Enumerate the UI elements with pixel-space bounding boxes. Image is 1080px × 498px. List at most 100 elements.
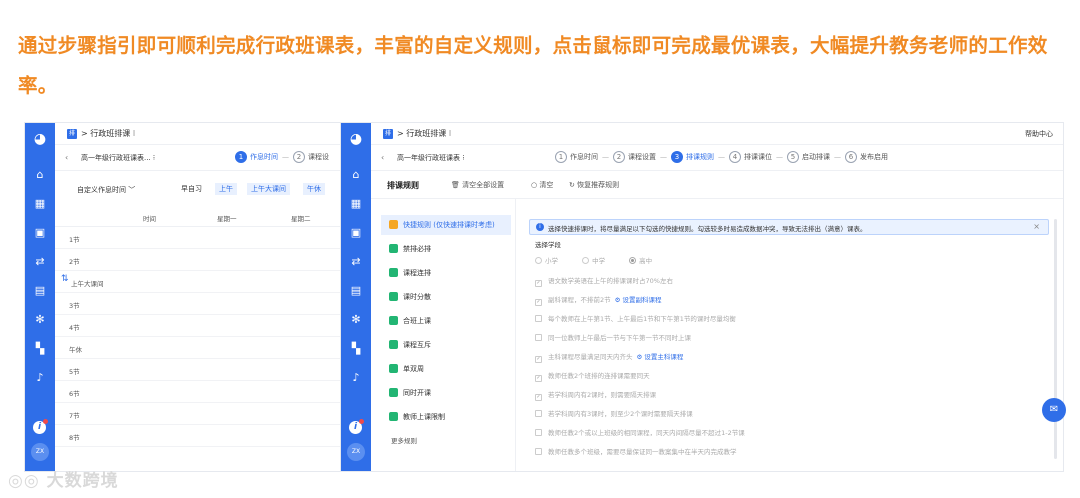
help-center-link[interactable]: 帮助中心 bbox=[1025, 129, 1053, 139]
notice-banner: i 选择快速排课时，将尽量满足以下勾选的快捷规则。勾选较多时易造成数据冲突，导致… bbox=[529, 219, 1049, 235]
choose-icon[interactable]: ▣ bbox=[349, 227, 363, 239]
rules-toolbar: 排课规则 🗑 清空全部设置 ○ 清空 ↻ 恢复推荐规则 bbox=[371, 171, 1063, 199]
apps-icon[interactable]: ▚ bbox=[349, 343, 363, 355]
timetable-select[interactable]: 高一年级行政班课表 ⁝ bbox=[397, 153, 464, 163]
apps-icon[interactable]: ▚ bbox=[33, 343, 47, 355]
clear-all-button[interactable]: 🗑 清空全部设置 bbox=[451, 180, 504, 190]
step-4[interactable]: 4 排课课位 bbox=[729, 151, 772, 163]
back-icon[interactable]: ‹ bbox=[65, 153, 68, 162]
filter-break[interactable]: 上午大课间 bbox=[247, 183, 290, 195]
restore-button[interactable]: ↻ 恢复推荐规则 bbox=[569, 180, 619, 190]
option-row[interactable]: ✓ 教师任教2个班排的连排课需要同天 bbox=[535, 370, 650, 382]
rule-item[interactable]: 禁排必排 bbox=[381, 239, 511, 259]
table-row[interactable]: ⇅ 上午大课间 bbox=[55, 271, 345, 293]
table-row[interactable]: 3节 bbox=[55, 293, 345, 315]
table-row[interactable]: 6节 bbox=[55, 381, 345, 403]
rule-item[interactable]: 课程互斥 bbox=[381, 335, 511, 355]
table-row[interactable]: 7节 bbox=[55, 403, 345, 425]
step-2[interactable]: 2 课程设 bbox=[293, 151, 329, 163]
checkbox-checked: ✓ bbox=[535, 280, 542, 287]
option-row[interactable]: ✓ 语文数学英语在上午的排课课时占70%左右 bbox=[535, 275, 673, 287]
module-badge: 排 bbox=[383, 129, 393, 139]
scrollbar[interactable] bbox=[1054, 219, 1057, 459]
settings-icon[interactable]: ✻ bbox=[33, 314, 47, 326]
close-icon[interactable]: × bbox=[1033, 222, 1040, 231]
info-icon: i bbox=[536, 223, 544, 231]
school-options: 小学 中学 高中 bbox=[535, 255, 652, 265]
option-row[interactable]: ✓ 主科课程尽量满足同天内齐头 ⚙ 设置主科课程 bbox=[535, 351, 683, 363]
chat-icon[interactable]: ✉ bbox=[1042, 398, 1066, 422]
home-icon[interactable]: ⌂ bbox=[349, 169, 363, 181]
report-icon[interactable]: ▤ bbox=[349, 285, 363, 297]
option-row[interactable]: 教师任教多个班级，需要尽量保证同一教案集中在半天内完成教学 bbox=[535, 446, 737, 456]
sidebar: ◕ ⌂ ▦ ▣ ⇄ ▤ ✻ ▚ ♪ i ZX bbox=[25, 123, 55, 471]
set-main-subjects-link[interactable]: ⚙ 设置主科课程 bbox=[637, 353, 684, 361]
step-1[interactable]: 1 作息时间 bbox=[235, 151, 278, 163]
report-icon[interactable]: ▤ bbox=[33, 285, 47, 297]
more-rules-link[interactable]: 更多规则 bbox=[391, 435, 417, 445]
option-row[interactable]: ✓ 若学科周内有2课时，则需要隔天排课 bbox=[535, 389, 656, 401]
radio-primary[interactable]: 小学 bbox=[535, 257, 558, 265]
rule-item[interactable]: 同时开课 bbox=[381, 383, 511, 403]
step-6[interactable]: 6 发布启用 bbox=[845, 151, 888, 163]
bell-icon[interactable]: ♪ bbox=[349, 372, 363, 384]
filter-noon[interactable]: 午休 bbox=[303, 183, 325, 195]
option-row[interactable]: 每个教师在上午第1节、上午最后1节和下午第1节的课时尽量均衡 bbox=[535, 313, 736, 323]
rule-list: 快捷规则 (仅快速排课时考虑) 禁排必排 课程连排 课时分散 合班上课 课程互斥… bbox=[371, 199, 516, 471]
rule-item[interactable]: 教师上课限制 bbox=[381, 407, 511, 427]
radio-high[interactable]: 高中 bbox=[629, 257, 652, 265]
info-icon[interactable]: i bbox=[33, 419, 48, 434]
filter-early[interactable]: 早自习 bbox=[177, 183, 206, 195]
avatar[interactable]: ZX bbox=[347, 443, 365, 461]
step-3[interactable]: 3 排课规则 bbox=[671, 151, 714, 163]
breadcrumb[interactable]: > 行政班排课 ⁝ bbox=[397, 128, 451, 139]
right-window: ◕ ⌂ ▦ ▣ ⇄ ▤ ✻ ▚ ♪ i ZX 排 > 行政班排课 ⁝ 帮助中心 … bbox=[340, 122, 1064, 472]
rule-icon bbox=[389, 268, 398, 277]
table-row[interactable]: 4节 bbox=[55, 315, 345, 337]
table-row[interactable]: 5节 bbox=[55, 359, 345, 381]
info-icon[interactable]: i bbox=[349, 419, 364, 434]
headline: 通过步骤指引即可顺利完成行政班课表，丰富的自定义规则，点击鼠标即可完成最优课表，… bbox=[18, 34, 1048, 97]
table-row[interactable]: 1节 bbox=[55, 227, 345, 249]
step-1[interactable]: 1 作息时间 bbox=[555, 151, 598, 163]
option-row[interactable]: ✓ 副科课程，不排前2节 ⚙ 设置副科课程 bbox=[535, 294, 662, 306]
rule-item[interactable]: 合班上课 bbox=[381, 311, 511, 331]
step-5[interactable]: 5 启动排课 bbox=[787, 151, 830, 163]
step-2[interactable]: 2 课程设置 bbox=[613, 151, 656, 163]
table-row[interactable]: 8节 bbox=[55, 425, 345, 447]
top-bar: 排 > 行政班排课 ⁝ bbox=[55, 123, 345, 145]
rule-item[interactable]: 课程连排 bbox=[381, 263, 511, 283]
avatar[interactable]: ZX bbox=[31, 443, 49, 461]
rule-item[interactable]: 课时分散 bbox=[381, 287, 511, 307]
filter-bar: 自定义作息时间 ﹀ 早自习 上午 上午大课间 午休 bbox=[55, 171, 345, 207]
clear-button[interactable]: ○ 清空 bbox=[531, 180, 553, 190]
home-icon[interactable]: ⌂ bbox=[33, 169, 47, 181]
table-row[interactable]: 午休 bbox=[55, 337, 345, 359]
schedule-icon[interactable]: ▦ bbox=[349, 198, 363, 210]
sync-icon[interactable]: ⇄ bbox=[349, 256, 363, 268]
custom-schedule-dropdown[interactable]: 自定义作息时间 ﹀ bbox=[77, 185, 135, 195]
logo-icon: ◕ bbox=[33, 131, 47, 147]
back-icon[interactable]: ‹ bbox=[381, 153, 384, 162]
filter-morning[interactable]: 上午 bbox=[215, 183, 237, 195]
table-row[interactable]: 2节 bbox=[55, 249, 345, 271]
checkbox-checked: ✓ bbox=[535, 375, 542, 382]
bolt-icon bbox=[389, 220, 398, 229]
sync-icon[interactable]: ⇄ bbox=[33, 256, 47, 268]
option-row[interactable]: 若学科周内有3课时，则至少2个课时需要隔天排课 bbox=[535, 408, 693, 418]
bell-icon[interactable]: ♪ bbox=[33, 372, 47, 384]
schedule-icon[interactable]: ▦ bbox=[33, 198, 47, 210]
checkbox-checked: ✓ bbox=[535, 299, 542, 306]
option-row[interactable]: 同一位教师上午最后一节与下午第一节不同时上课 bbox=[535, 332, 691, 342]
option-row[interactable]: 教师任教2个或以上班级的相同课程，同天内间隔尽量不超过1-2节课 bbox=[535, 427, 745, 437]
col-mon: 星期一 bbox=[217, 215, 237, 223]
rule-item[interactable]: 单双周 bbox=[381, 359, 511, 379]
choose-icon[interactable]: ▣ bbox=[33, 227, 47, 239]
timetable-select[interactable]: 高一年级行政班课表... ⁝ bbox=[81, 153, 155, 163]
settings-icon[interactable]: ✻ bbox=[349, 314, 363, 326]
rule-icon bbox=[389, 364, 398, 373]
rule-quick[interactable]: 快捷规则 (仅快速排课时考虑) bbox=[381, 215, 511, 235]
set-minor-subjects-link[interactable]: ⚙ 设置副科课程 bbox=[615, 296, 662, 304]
breadcrumb[interactable]: > 行政班排课 ⁝ bbox=[81, 128, 135, 139]
radio-middle[interactable]: 中学 bbox=[582, 257, 605, 265]
